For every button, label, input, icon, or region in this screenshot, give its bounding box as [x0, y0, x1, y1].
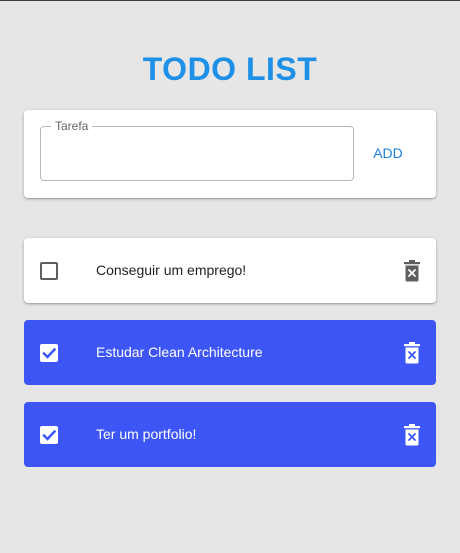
task-checkbox[interactable]: [40, 426, 58, 444]
task-checkbox[interactable]: [40, 262, 58, 280]
trash-icon[interactable]: [402, 260, 422, 282]
task-label: Ter um portfolio!: [96, 426, 197, 442]
trash-icon[interactable]: [402, 424, 422, 446]
task-label: Estudar Clean Architecture: [96, 344, 263, 360]
task-input[interactable]: [41, 127, 353, 180]
task-item: Estudar Clean Architecture: [24, 320, 436, 385]
add-task-form: Tarefa ADD: [24, 110, 436, 198]
trash-icon[interactable]: [402, 342, 422, 364]
task-label: Conseguir um emprego!: [96, 262, 247, 278]
task-item: Conseguir um emprego!: [24, 238, 436, 303]
page-title: TODO LIST: [142, 51, 318, 87]
task-field[interactable]: Tarefa: [40, 119, 354, 181]
task-item: Ter um portfolio!: [24, 402, 436, 467]
add-button[interactable]: ADD: [364, 137, 412, 169]
check-icon: [42, 429, 57, 441]
check-icon: [42, 347, 57, 359]
task-checkbox[interactable]: [40, 344, 58, 362]
